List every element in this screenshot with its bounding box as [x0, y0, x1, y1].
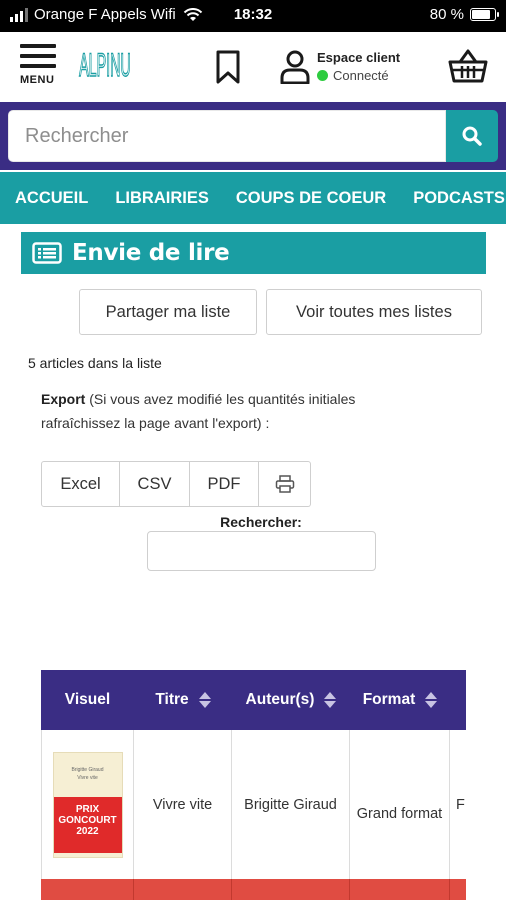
site-logo[interactable]: ALPINU	[78, 46, 130, 86]
row-cell	[350, 879, 450, 900]
view-all-lists-button[interactable]: Voir toutes mes listes	[266, 289, 482, 335]
account-status: Connecté	[317, 68, 389, 83]
sort-icon	[425, 692, 438, 708]
hamburger-icon	[20, 44, 60, 68]
column-header-titre[interactable]: Titre	[134, 670, 232, 730]
user-icon	[280, 50, 310, 84]
online-dot-icon	[317, 70, 328, 81]
status-bar: Orange F Appels Wifi 18:32 80 %	[0, 0, 506, 32]
list-table: Visuel Titre Auteur(s) Format Brigitte G…	[41, 670, 466, 900]
main-nav: ACCUEIL LIBRAIRIES COUPS DE COEUR PODCAS…	[0, 172, 506, 224]
column-header-auteurs[interactable]: Auteur(s)	[232, 670, 350, 730]
nav-item-podcasts[interactable]: PODCASTS	[398, 189, 506, 208]
filter-label: Rechercher:	[220, 514, 302, 530]
export-label: Export	[41, 391, 86, 407]
export-note-text: (Si vous avez modifié les quantités init…	[41, 391, 356, 431]
column-header-label: Format	[362, 691, 416, 708]
table-row: Brigitte Giraud Vivre vite PRIX GONCOURT…	[41, 730, 466, 879]
export-note: Export (Si vous avez modifié les quantit…	[41, 387, 381, 435]
column-header-visuel: Visuel	[41, 670, 134, 730]
cell-format: Grand format	[350, 730, 450, 879]
list-icon	[32, 242, 62, 264]
search-button[interactable]	[446, 110, 498, 162]
row-cell	[134, 879, 232, 900]
print-button[interactable]	[259, 461, 311, 507]
award-line-3: 2022	[76, 825, 99, 837]
cell-auteur: Brigitte Giraud	[232, 730, 350, 879]
row-cell	[232, 879, 350, 900]
export-pdf-button[interactable]: PDF	[190, 461, 259, 507]
account-link[interactable]: Espace client Connecté	[280, 46, 430, 90]
sort-icon	[324, 692, 337, 708]
cell-extra: F	[450, 730, 466, 879]
cell-titre[interactable]: Vivre vite	[134, 730, 232, 879]
menu-button[interactable]: MENU	[20, 44, 60, 92]
nav-item-accueil[interactable]: ACCUEIL	[0, 189, 100, 208]
page-title-bar: Envie de lire	[21, 232, 486, 274]
column-header-label: Visuel	[64, 691, 111, 708]
table-row-next	[41, 879, 466, 900]
cover-title: Vivre vite	[77, 774, 98, 781]
battery-icon	[470, 8, 499, 21]
item-count: 5 articles dans la liste	[28, 355, 162, 371]
search-icon	[462, 126, 482, 146]
search-field[interactable]	[8, 110, 446, 162]
table-header: Visuel Titre Auteur(s) Format	[41, 670, 466, 730]
award-line-2: GONCOURT	[58, 814, 117, 826]
share-list-button[interactable]: Partager ma liste	[79, 289, 257, 335]
account-status-label: Connecté	[333, 68, 389, 83]
book-cover[interactable]: Brigitte Giraud Vivre vite PRIX GONCOURT…	[53, 752, 122, 857]
export-button-group: Excel CSV PDF	[41, 461, 311, 507]
column-header-label: Auteur(s)	[245, 691, 315, 708]
cell-visuel: Brigitte Giraud Vivre vite PRIX GONCOURT…	[41, 730, 134, 879]
page-title: Envie de lire	[72, 240, 230, 266]
basket-icon[interactable]	[448, 48, 488, 84]
column-header-label: Titre	[155, 691, 189, 708]
nav-item-librairies[interactable]: LIBRAIRIES	[100, 189, 221, 208]
search-input[interactable]	[9, 111, 445, 161]
row-cell	[41, 879, 134, 900]
export-excel-button[interactable]: Excel	[41, 461, 120, 507]
award-line-1: PRIX	[75, 803, 100, 815]
filter-input[interactable]	[147, 531, 376, 571]
award-band: PRIX GONCOURT 2022	[53, 796, 122, 853]
bookmark-icon[interactable]	[214, 50, 242, 84]
search-bar	[0, 102, 506, 170]
cell-extra-text: F	[456, 796, 465, 813]
status-right: 80 %	[429, 6, 499, 23]
cover-author: Brigitte Giraud	[71, 766, 104, 773]
site-header: MENU ALPINU Espace client Connecté	[0, 32, 506, 102]
battery-percent: 80 %	[429, 6, 464, 23]
printer-icon	[275, 475, 294, 493]
book-format: Grand format	[356, 805, 443, 822]
sort-icon	[198, 692, 211, 708]
book-title[interactable]: Vivre vite	[153, 797, 212, 813]
book-author: Brigitte Giraud	[244, 796, 337, 813]
column-header-format[interactable]: Format	[350, 670, 450, 730]
account-title: Espace client	[317, 50, 401, 65]
menu-label: MENU	[20, 74, 55, 86]
svg-text:ALPINU: ALPINU	[79, 48, 130, 84]
export-csv-button[interactable]: CSV	[120, 461, 190, 507]
nav-item-coups-de-coeur[interactable]: COUPS DE COEUR	[221, 189, 398, 208]
